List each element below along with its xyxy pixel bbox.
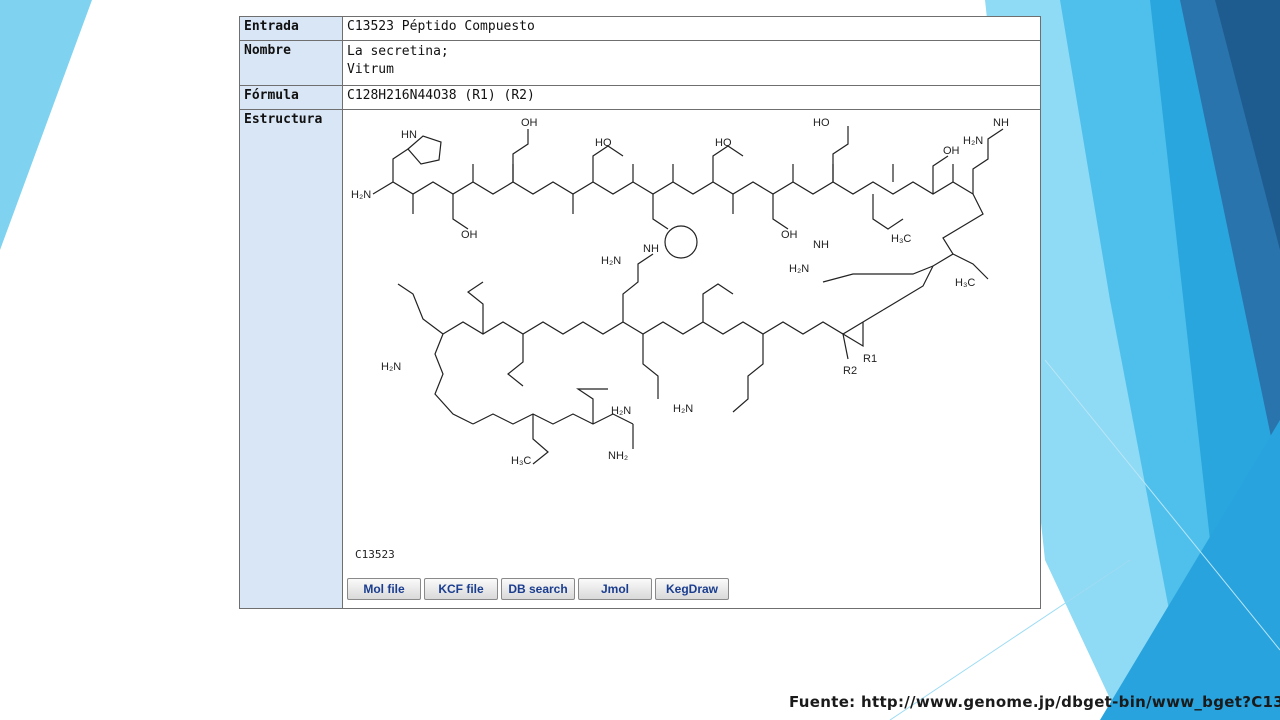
glutamine-side-chain-2 (397, 283, 444, 335)
backbone-left-descent (434, 333, 474, 425)
histidine-side-chain (392, 148, 409, 182)
svg-text:H₂N: H₂N (673, 403, 693, 415)
svg-text:H₂N: H₂N (381, 361, 401, 373)
threonine-side-chain-2 (712, 145, 744, 182)
svg-text:HO: HO (813, 117, 830, 129)
phenylalanine-side-chain (652, 194, 669, 230)
row-estructura: Estructura HN H₂N OH OH HO HO OH HO OH N… (239, 109, 1041, 609)
svg-text:HN: HN (401, 129, 417, 141)
svg-text:NH: NH (813, 239, 829, 251)
svg-text:R2: R2 (843, 365, 857, 377)
glutamate-side-chain (832, 126, 849, 182)
left-decor-shape (0, 0, 92, 250)
svg-text:NH₂: NH₂ (608, 450, 628, 462)
backbone-connector (882, 193, 984, 311)
backbone-row-2 (442, 309, 884, 335)
arginine-side-chain-3 (622, 253, 654, 322)
jmol-button[interactable]: Jmol (578, 578, 652, 600)
source-caption: Fuente: http://www.genome.jp/dbget-bin/w… (789, 693, 1280, 711)
row-nombre: Nombre La secretina; Vitrum (239, 40, 1041, 86)
serine-side-chain-2 (772, 194, 789, 230)
leucine-side-chain-2 (952, 253, 989, 280)
svg-text:HO: HO (595, 137, 612, 149)
backbone-row-1 (372, 181, 974, 195)
svg-text:H₂N: H₂N (611, 405, 631, 417)
entrada-value: C13523 Péptido Compuesto (342, 16, 1041, 41)
svg-text:R1: R1 (863, 353, 877, 365)
leucine-side-chain-5 (507, 334, 524, 387)
aspartate-side-chain (512, 129, 529, 182)
compound-table: Entrada C13523 Péptido Compuesto Nombre … (239, 16, 1041, 609)
svg-text:H₃C: H₃C (891, 233, 911, 245)
svg-text:OH: OH (521, 117, 538, 129)
svg-text:OH: OH (781, 229, 798, 241)
serine-side-chain (452, 194, 469, 230)
estructura-label: Estructura (239, 109, 343, 609)
svg-text:NH: NH (643, 243, 659, 255)
db-search-button[interactable]: DB search (501, 578, 575, 600)
leucine-side-chain (872, 194, 904, 230)
structure-compound-id: C13523 (355, 548, 395, 561)
chemical-structure-diagram: HN H₂N OH OH HO HO OH HO OH NH H₂N H₃C H… (351, 117, 1009, 467)
arginine-side-chain-2 (822, 265, 934, 283)
backbone-row-3 (472, 413, 634, 425)
svg-text:H₂N: H₂N (789, 263, 809, 275)
svg-text:H₃C: H₃C (511, 455, 531, 467)
svg-text:HO: HO (715, 137, 732, 149)
glutamine-side-chain (642, 334, 659, 399)
formula-value: C128H216N44O38 (R1) (R2) (342, 85, 1041, 110)
nombre-label: Nombre (239, 40, 343, 86)
carbonyls-row-1 (412, 164, 954, 214)
serine-side-chain-3 (932, 155, 949, 194)
threonine-side-chain (592, 145, 624, 182)
nombre-line: Vitrum (347, 62, 394, 77)
source-prefix: Fuente: (789, 693, 856, 711)
atom-labels: HN H₂N OH OH HO HO OH HO OH NH H₂N H₃C H… (351, 117, 1009, 467)
kcf-file-button[interactable]: KCF file (424, 578, 498, 600)
structure-toolbar: Mol file KCF file DB search Jmol KegDraw (347, 578, 729, 600)
phenyl-ring (664, 225, 698, 259)
arginine-side-chain-4 (732, 334, 764, 413)
svg-text:H₂N: H₂N (601, 255, 621, 267)
svg-text:H₂N: H₂N (963, 135, 983, 147)
svg-text:NH: NH (993, 117, 1009, 129)
svg-text:H₂N: H₂N (351, 189, 371, 201)
kegdraw-button[interactable]: KegDraw (655, 578, 729, 600)
leucine-side-chain-3 (702, 283, 734, 322)
svg-text:OH: OH (461, 229, 478, 241)
row-formula: Fórmula C128H216N44O38 (R1) (R2) (239, 85, 1041, 110)
row-entrada: Entrada C13523 Péptido Compuesto (239, 16, 1041, 41)
formula-label: Fórmula (239, 85, 343, 110)
svg-text:H₃C: H₃C (955, 277, 975, 289)
mol-file-button[interactable]: Mol file (347, 578, 421, 600)
leucine-side-chain-6 (532, 414, 549, 465)
source-link[interactable]: http://www.genome.jp/dbget-bin/www_bget?… (861, 693, 1280, 711)
nombre-value: La secretina; Vitrum (342, 40, 1041, 86)
structure-cell: HN H₂N OH OH HO HO OH HO OH NH H₂N H₃C H… (342, 109, 1041, 609)
svg-text:OH: OH (943, 145, 960, 157)
nombre-line: La secretina; (347, 44, 449, 59)
entrada-label: Entrada (239, 16, 343, 41)
